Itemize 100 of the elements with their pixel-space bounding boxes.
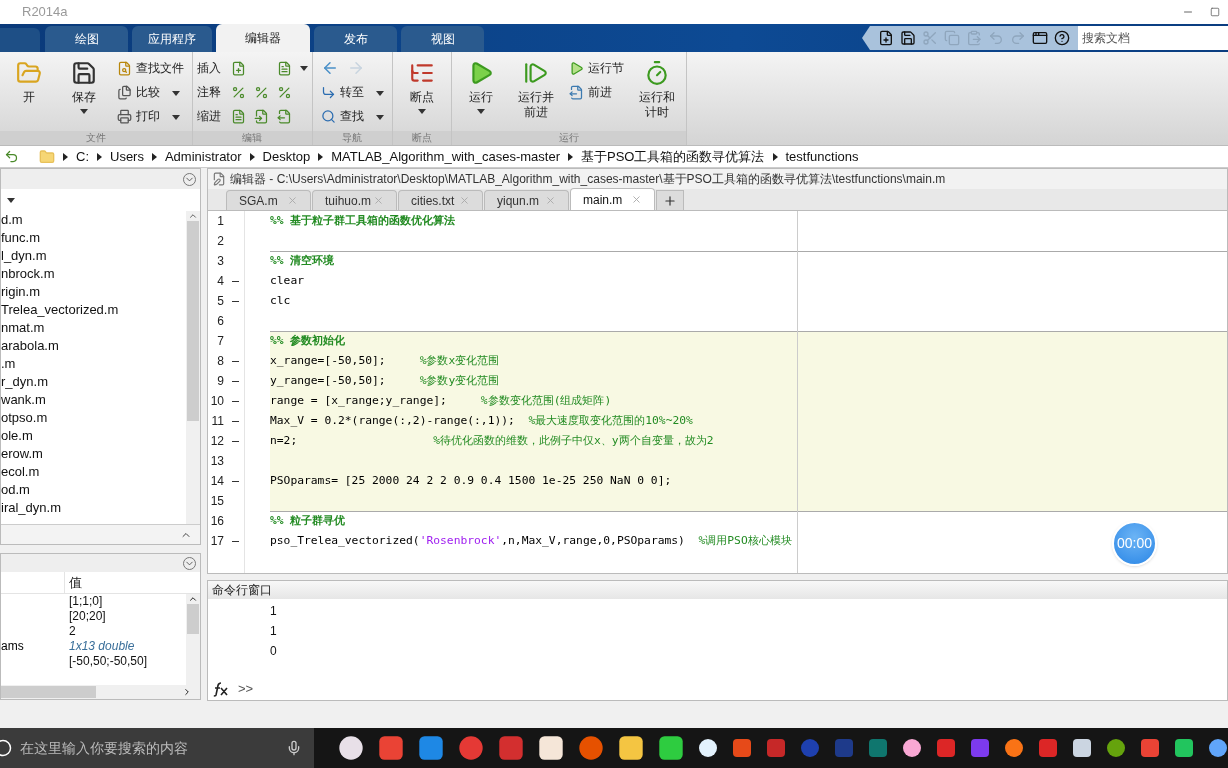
taskbar-search-field[interactable]: 在这里输入你要搜索的内容: [0, 728, 314, 768]
insert-function-icon[interactable]: [276, 60, 292, 76]
windows-icon[interactable]: [1032, 30, 1048, 46]
save-icon: [70, 60, 97, 86]
file-item[interactable]: nmat.m: [1, 319, 186, 337]
file-item[interactable]: func.m: [1, 229, 186, 247]
variable-name[interactable]: ams: [1, 639, 24, 653]
ribbon-button[interactable]: 保存: [58, 56, 109, 131]
app-icon[interactable]: [1106, 738, 1126, 758]
insert-section-icon[interactable]: [230, 60, 246, 76]
app-icon[interactable]: [658, 735, 684, 761]
scroll-up-icon[interactable]: [188, 211, 198, 221]
app-icon[interactable]: [338, 735, 364, 761]
uncomment-icon[interactable]: [253, 84, 269, 100]
help-icon[interactable]: [1054, 30, 1070, 46]
file-item[interactable]: erow.m: [1, 445, 186, 463]
file-item[interactable]: wank.m: [1, 391, 186, 409]
file-item[interactable]: Trelea_vectorized.m: [1, 301, 186, 319]
scrollbar[interactable]: [186, 211, 200, 524]
file-item[interactable]: ole.m: [1, 427, 186, 445]
column-header[interactable]: 值: [65, 572, 82, 593]
ribbon-button[interactable]: 比较: [112, 80, 188, 104]
ribbon-tab[interactable]: 绘图: [45, 26, 128, 52]
advance-icon: [568, 84, 584, 100]
caret-icon[interactable]: [299, 65, 308, 71]
file-tab[interactable]: tuihuo.m: [312, 190, 397, 210]
search-field[interactable]: 搜索文档: [1078, 26, 1228, 50]
new-tab-button[interactable]: [656, 190, 684, 210]
ribbon-tab[interactable]: 发布: [314, 26, 397, 52]
ribbon-tab[interactable]: 编辑器: [216, 24, 310, 52]
file-tab[interactable]: main.m: [570, 188, 655, 210]
window-title: R2014a: [22, 3, 68, 22]
save-icon[interactable]: [900, 30, 916, 46]
line-number: 4: [216, 273, 224, 290]
wrap-comment-icon[interactable]: [276, 84, 292, 100]
ribbon-button[interactable]: 转至: [316, 80, 388, 104]
outdent-icon[interactable]: [276, 108, 292, 124]
app-icon[interactable]: [1174, 738, 1194, 758]
new-file-icon[interactable]: [878, 30, 894, 46]
ribbon-button[interactable]: 前进: [564, 80, 628, 104]
line-number: 16: [209, 513, 224, 530]
comment-icon[interactable]: [230, 84, 246, 100]
file-item[interactable]: arabola.m: [1, 337, 186, 355]
file-item[interactable]: iral_dyn.m: [1, 499, 186, 517]
file-tab[interactable]: yiqun.m: [484, 190, 569, 210]
breakpoint-dash[interactable]: [232, 300, 239, 302]
breakpoint-dash[interactable]: [232, 400, 239, 402]
app-icon[interactable]: [902, 738, 922, 758]
close-icon[interactable]: [631, 194, 642, 205]
file-item[interactable]: r_dyn.m: [1, 373, 186, 391]
breakpoint-dash[interactable]: [232, 360, 239, 362]
ribbon-button[interactable]: 运行: [456, 56, 507, 131]
variable-value: 2: [68, 624, 76, 639]
file-item[interactable]: otpso.m: [1, 409, 186, 427]
breakpoint-dash[interactable]: [232, 480, 239, 482]
restore-icon[interactable]: [1210, 7, 1220, 17]
ribbon-button[interactable]: 开: [4, 56, 55, 131]
app-icon[interactable]: [618, 735, 644, 761]
file-item[interactable]: l_dyn.m: [1, 247, 186, 265]
breakpoint-dash[interactable]: [232, 280, 239, 282]
app-icon[interactable]: [1208, 738, 1228, 758]
function-icon[interactable]: [212, 680, 230, 698]
ribbon-button[interactable]: 查找文件: [112, 56, 188, 80]
file-item[interactable]: ecol.m: [1, 463, 186, 481]
command-prompt[interactable]: >>: [238, 679, 254, 699]
file-item[interactable]: .m: [1, 355, 186, 373]
file-item[interactable]: rigin.m: [1, 283, 186, 301]
file-tab[interactable]: cities.txt: [398, 190, 483, 210]
breakpoint-dash[interactable]: [232, 540, 239, 542]
file-item[interactable]: od.m: [1, 481, 186, 499]
ribbon-button[interactable]: 查找: [316, 104, 388, 128]
scrollbar[interactable]: [186, 594, 200, 685]
scrollbar[interactable]: [1, 685, 200, 699]
app-icon[interactable]: [1004, 738, 1024, 758]
scroll-right-icon[interactable]: [182, 687, 192, 697]
breakpoint-dash[interactable]: [232, 420, 239, 422]
file-item[interactable]: d.m: [1, 211, 186, 229]
scroll-up-icon[interactable]: [188, 594, 198, 604]
microphone-icon[interactable]: [286, 740, 302, 756]
code-line: x_range=[-50,50]; %参数x变化范围: [270, 352, 500, 369]
ribbon-button[interactable]: 打印: [112, 104, 188, 128]
ribbon-button[interactable]: 运行节: [564, 56, 628, 80]
ribbon-button[interactable]: 断点: [396, 56, 448, 131]
ribbon-tab[interactable]: 应用程序: [132, 26, 212, 52]
ribbon-tab[interactable]: 视图: [401, 26, 484, 52]
line-number: 8: [216, 353, 224, 370]
file-tab[interactable]: SGA.m: [226, 190, 311, 210]
output-line: 0: [270, 643, 278, 661]
app-icon[interactable]: [538, 735, 564, 761]
smart-indent-icon[interactable]: [230, 108, 246, 124]
ribbon-button[interactable]: 运行并前进: [510, 56, 561, 131]
up-folder-icon[interactable]: [4, 149, 19, 164]
app-icon[interactable]: [698, 738, 718, 758]
app-icon[interactable]: [1072, 738, 1092, 758]
file-item[interactable]: nbrock.m: [1, 265, 186, 283]
breakpoint-dash[interactable]: [232, 440, 239, 442]
indent-icon[interactable]: [253, 108, 269, 124]
code-line: %% 粒子群寻优: [270, 513, 346, 530]
ribbon-button[interactable]: 运行和计时: [631, 56, 683, 131]
breakpoint-dash[interactable]: [232, 380, 239, 382]
